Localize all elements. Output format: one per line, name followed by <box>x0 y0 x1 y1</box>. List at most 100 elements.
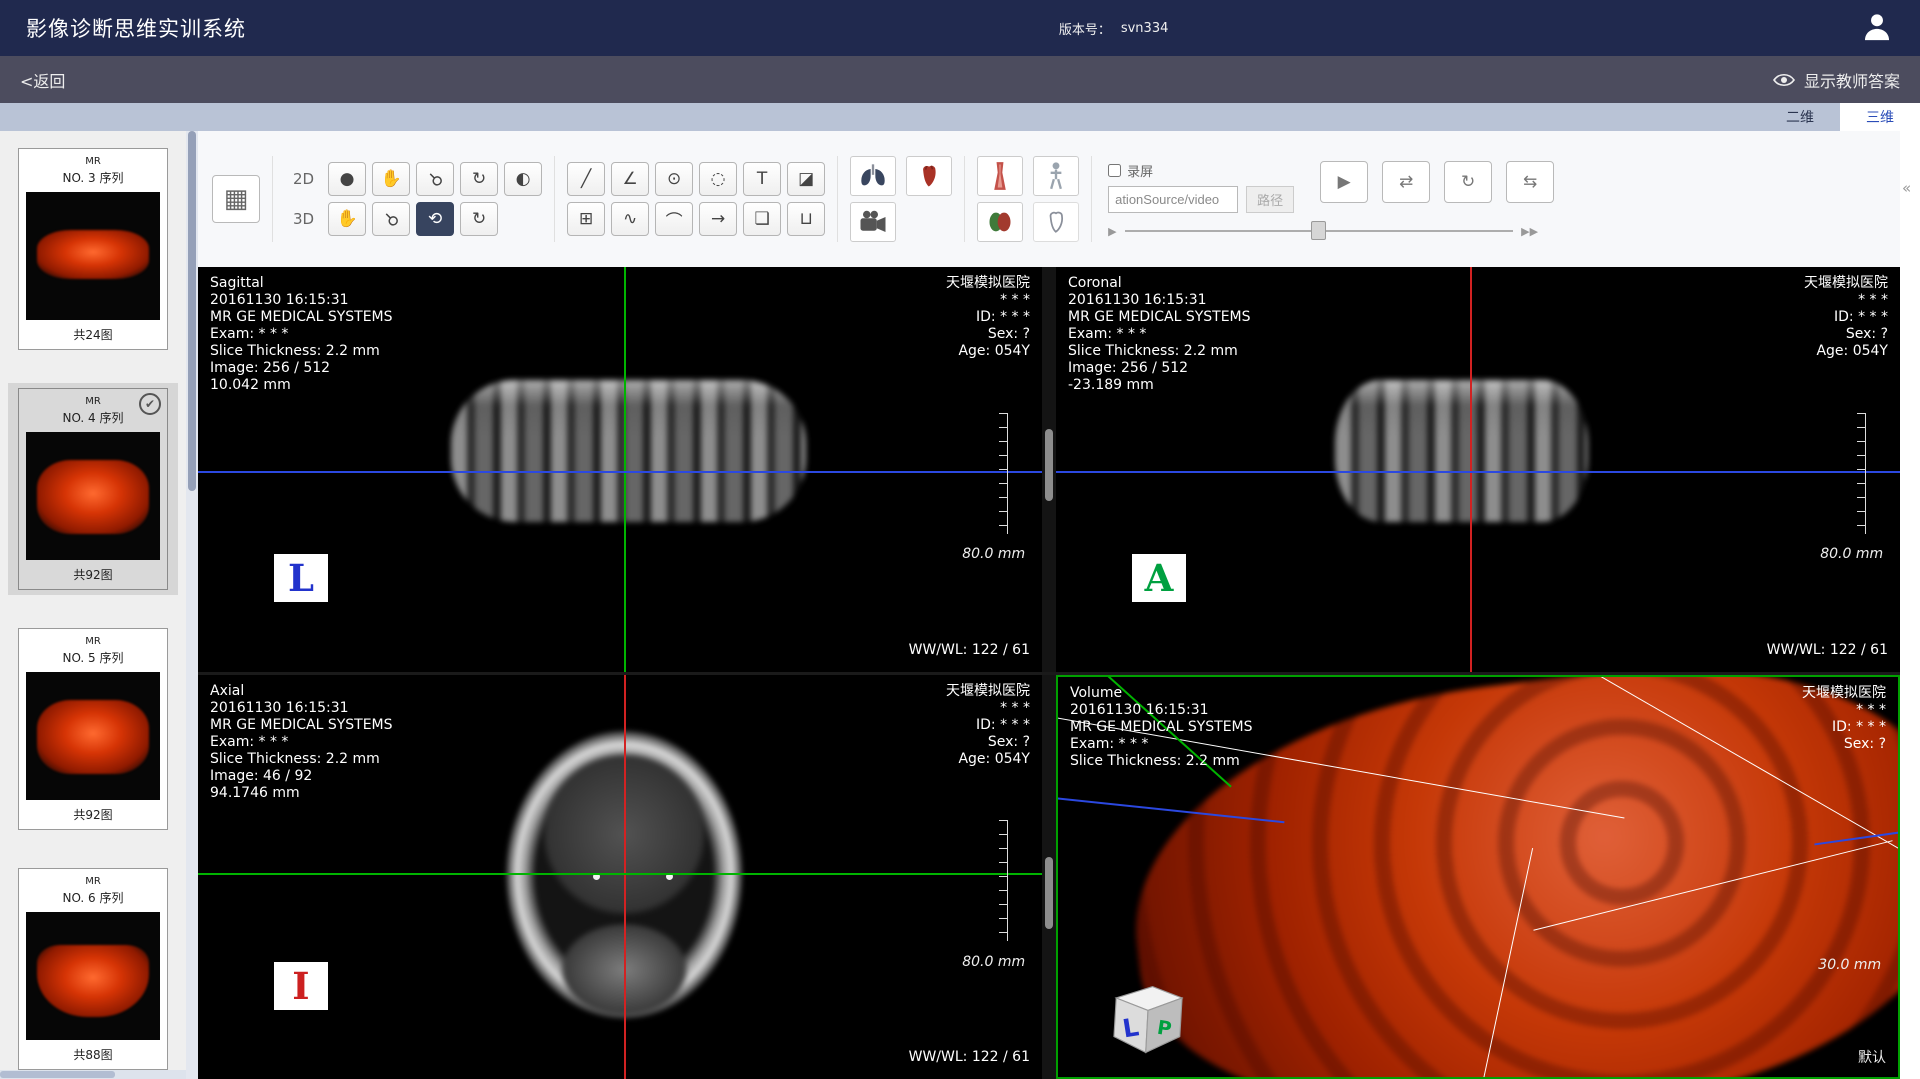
tab-3d[interactable]: 三维 <box>1840 103 1920 131</box>
note-button[interactable]: ❏ <box>743 202 781 236</box>
tab-2d[interactable]: 二维 <box>1760 103 1840 131</box>
segmented-organs-button[interactable] <box>977 202 1023 242</box>
path-button[interactable]: 路径 <box>1246 186 1294 213</box>
show-teacher-answer-button[interactable]: 显示教师答案 <box>1772 68 1900 92</box>
crosshair-button[interactable]: ⊞ <box>567 202 605 236</box>
user-icon <box>1860 9 1894 43</box>
play-button[interactable]: ▶ <box>1320 161 1368 203</box>
circle-roi-button[interactable]: ⊙ <box>655 162 693 196</box>
crosshair-vertical-line <box>624 675 626 1079</box>
series-item-4[interactable]: ✔ MR NO. 4 序列 共92图 <box>8 383 178 595</box>
arc-button[interactable]: ⌒ <box>655 202 693 236</box>
viewport-volume[interactable]: Volume 20161130 16:15:31 MR GE MEDICAL S… <box>1056 675 1900 1079</box>
heart-button[interactable] <box>906 156 952 196</box>
layout-grid-button[interactable]: ▦ <box>212 175 260 223</box>
rotate-2d-button[interactable]: ↻ <box>460 162 498 196</box>
skeleton-3d-button[interactable] <box>1033 156 1079 196</box>
series-item-5[interactable]: MR NO. 5 序列 共92图 <box>8 623 178 835</box>
series-card[interactable]: MR NO. 6 序列 共88图 <box>18 868 168 1070</box>
series-thumbnail[interactable] <box>26 432 160 560</box>
invert-button[interactable]: ◐ <box>504 162 542 196</box>
collapse-panel-icon[interactable]: « <box>1902 179 1911 197</box>
series-item-3[interactable]: MR NO. 3 序列 共24图 <box>8 143 178 355</box>
slider-track[interactable] <box>1125 230 1514 232</box>
series-sidebar: MR NO. 3 序列 共24图 ✔ MR NO. 4 序列 共92图 MR N… <box>0 131 186 1079</box>
heart-mono-button[interactable] <box>1033 202 1079 242</box>
series-thumbnail[interactable] <box>26 672 160 800</box>
series-modality: MR <box>23 876 163 887</box>
mode-3d-label: 3D <box>285 210 322 228</box>
series-thumbnail[interactable] <box>26 192 160 320</box>
series-count: 共92图 <box>23 566 163 583</box>
series-card[interactable]: MR NO. 5 序列 共92图 <box>18 628 168 830</box>
cobb-angle-button[interactable]: ⊔ <box>787 202 825 236</box>
orbit-3d-button[interactable]: ↻ <box>460 202 498 236</box>
window-level-button[interactable]: ● <box>328 162 366 196</box>
series-thumbnail[interactable] <box>26 912 160 1040</box>
viewport-coronal[interactable]: Coronal 20161130 16:15:31 MR GE MEDICAL … <box>1056 267 1900 672</box>
slice-scrollbar[interactable] <box>1042 267 1056 672</box>
preset-label[interactable]: 默认 <box>1858 1047 1886 1067</box>
rotate-3d-button[interactable]: ⟲ <box>416 202 454 236</box>
viewport-metadata: Axial 20161130 16:15:31 MR GE MEDICAL SY… <box>210 683 393 802</box>
zoom-icon: ⚲ <box>380 208 403 231</box>
sidebar-vertical-scrollbar[interactable] <box>186 131 198 1079</box>
orientation-cube-icon: L P <box>1100 973 1196 1057</box>
eraser-button[interactable]: ◪ <box>787 162 825 196</box>
angle-button[interactable]: ∠ <box>611 162 649 196</box>
orientation-marker: L <box>274 554 328 602</box>
camera-icon <box>858 209 888 235</box>
viewport-axial[interactable]: Axial 20161130 16:15:31 MR GE MEDICAL SY… <box>198 675 1042 1079</box>
toolbar-separator <box>964 156 965 242</box>
series-card[interactable]: ✔ MR NO. 4 序列 共92图 <box>18 388 168 590</box>
zoom-2d-button[interactable]: ⚲ <box>416 162 454 196</box>
slice-scrollbar[interactable] <box>1042 675 1056 1079</box>
window-level-readout: WW/WL: 122 / 61 <box>1767 642 1888 658</box>
text-annotation-button[interactable]: T <box>743 162 781 196</box>
heart-icon <box>915 162 943 190</box>
sidebar-horizontal-scrollbar[interactable] <box>0 1070 186 1079</box>
user-avatar-button[interactable] <box>1860 9 1894 47</box>
freehand-roi-button[interactable]: ◌ <box>699 162 737 196</box>
scale-label: 80.0 mm <box>962 546 1025 562</box>
ruler-button[interactable]: ╱ <box>567 162 605 196</box>
layout-grid-icon: ▦ <box>224 184 249 214</box>
swap-button[interactable]: ⇆ <box>1506 161 1554 203</box>
series-name: NO. 3 序列 <box>23 169 163 186</box>
circle-icon: ⊙ <box>667 169 681 189</box>
replay-button[interactable]: ↻ <box>1444 161 1492 203</box>
pan-3d-button[interactable]: ✋ <box>328 202 366 236</box>
scrollbar-thumb[interactable] <box>0 1071 115 1078</box>
viewport-metadata: Coronal 20161130 16:15:31 MR GE MEDICAL … <box>1068 275 1251 394</box>
video-source-input[interactable] <box>1108 186 1238 213</box>
curve-button[interactable]: ∿ <box>611 202 649 236</box>
replay-icon: ↻ <box>1461 172 1475 192</box>
lungs-button[interactable] <box>850 156 896 196</box>
slider-start-icon: ▶ <box>1108 225 1116 238</box>
zoom-3d-button[interactable]: ⚲ <box>372 202 410 236</box>
arrow-button[interactable]: → <box>699 202 737 236</box>
orientation-cube[interactable]: L P <box>1100 973 1196 1061</box>
scrollbar-thumb[interactable] <box>1045 857 1053 929</box>
scrollbar-thumb[interactable] <box>188 131 196 491</box>
organ-tool-group-1 <box>850 156 952 242</box>
pan-2d-button[interactable]: ✋ <box>372 162 410 196</box>
play-icon: ▶ <box>1338 172 1351 192</box>
back-button[interactable]: <返回 <box>20 68 65 92</box>
record-screen-checkbox[interactable] <box>1108 164 1121 177</box>
series-item-6[interactable]: MR NO. 6 序列 共88图 <box>8 863 178 1075</box>
larynx-button[interactable] <box>977 156 1023 196</box>
orbit-icon: ↻ <box>472 209 486 229</box>
orientation-marker: I <box>274 962 328 1010</box>
loop-button[interactable]: ⇄ <box>1382 161 1430 203</box>
toolbar-separator <box>837 156 838 242</box>
measure-tool-group: ╱ ∠ ⊙ ◌ T ◪ ⊞ ∿ ⌒ → ❏ ⊔ <box>567 162 825 236</box>
scale-ruler <box>1857 413 1866 534</box>
scrollbar-thumb[interactable] <box>1045 429 1053 501</box>
crosshair-icon: ⊞ <box>579 209 593 229</box>
series-card[interactable]: MR NO. 3 序列 共24图 <box>18 148 168 350</box>
eraser-icon: ◪ <box>798 169 814 189</box>
record-camera-button[interactable] <box>850 202 896 242</box>
viewport-sagittal[interactable]: Sagittal 20161130 16:15:31 MR GE MEDICAL… <box>198 267 1042 672</box>
slider-handle[interactable] <box>1311 221 1326 240</box>
